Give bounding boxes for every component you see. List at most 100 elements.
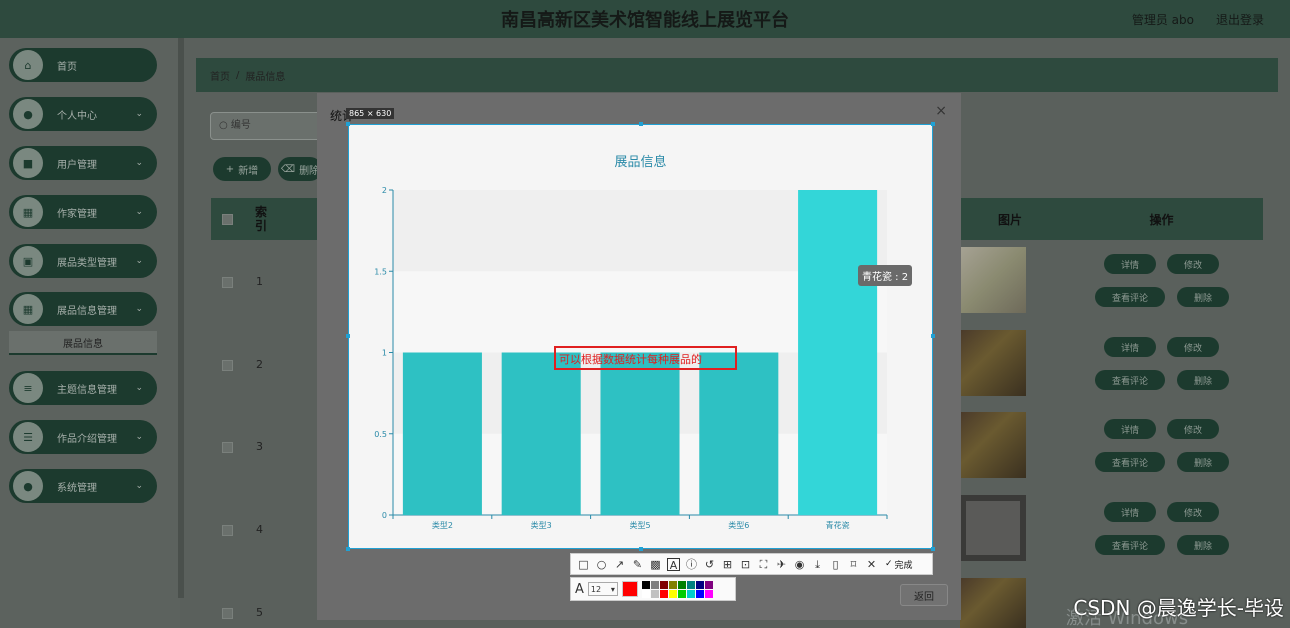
color-swatch[interactable] — [686, 580, 695, 589]
mosaic-icon[interactable]: ▩ — [649, 558, 662, 571]
selection-handle[interactable] — [346, 547, 350, 551]
review-button[interactable]: 查看评论 — [1095, 287, 1165, 307]
review-button[interactable]: 查看评论 — [1095, 370, 1165, 390]
delete-button[interactable]: 删除 — [1177, 452, 1229, 472]
color-swatch[interactable] — [668, 580, 677, 589]
ocr-icon[interactable]: ⊞ — [721, 558, 734, 571]
detail-button[interactable]: 详情 — [1104, 419, 1156, 439]
column-action: 操作 — [1149, 212, 1174, 227]
chevron-down-icon: ⌄ — [135, 304, 143, 314]
fullscreen-icon[interactable]: ⛶ — [757, 558, 770, 571]
selection-handle[interactable] — [931, 122, 935, 126]
color-swatch[interactable] — [686, 589, 695, 598]
sidebar-item[interactable]: ⌂ 首页 — [9, 48, 157, 82]
sidebar-item[interactable]: ▦ 展品信息管理 ⌄ — [9, 292, 157, 326]
cancel-icon[interactable]: ✕ — [865, 558, 878, 571]
selection-handle[interactable] — [639, 547, 643, 551]
download-icon[interactable]: ⤓ — [811, 558, 824, 571]
bar — [501, 352, 581, 515]
pen-icon[interactable]: ✎ — [631, 558, 644, 571]
circle-icon[interactable]: ○ — [595, 558, 608, 571]
exhibit-thumbnail — [960, 247, 1026, 313]
sidebar-item[interactable]: ▣ 展品类型管理 ⌄ — [9, 244, 157, 278]
app-title: 南昌高新区美术馆智能线上展览平台 — [501, 10, 789, 31]
back-button[interactable]: 返回 — [900, 584, 948, 606]
font-size-select[interactable]: 12 ▾ — [587, 582, 618, 596]
edit-button[interactable]: 修改 — [1167, 502, 1219, 522]
selection-handle[interactable] — [931, 334, 935, 338]
sidebar-item[interactable]: ▦ 作家管理 ⌄ — [9, 195, 157, 229]
row-checkbox[interactable] — [222, 442, 233, 453]
detail-button[interactable]: 详情 — [1104, 337, 1156, 357]
sidebar-item[interactable]: ● 个人中心 ⌄ — [9, 97, 157, 131]
logout-link[interactable]: 退出登录 — [1216, 11, 1264, 28]
arrow-icon[interactable]: ↗ — [613, 558, 626, 571]
rectangle-icon[interactable]: □ — [577, 558, 590, 571]
selection-handle[interactable] — [931, 547, 935, 551]
edit-button[interactable]: 修改 — [1167, 337, 1219, 357]
sidebar-item-label: 首页 — [57, 61, 77, 73]
color-swatch[interactable] — [650, 589, 659, 598]
sidebar-item[interactable]: ■ 用户管理 ⌄ — [9, 146, 157, 180]
color-swatch[interactable] — [695, 589, 704, 598]
delete-button[interactable]: ⌫ 删除 — [278, 157, 322, 181]
pin-icon[interactable]: ✈ — [775, 558, 788, 571]
review-button[interactable]: 查看评论 — [1095, 535, 1165, 555]
chevron-down-icon: ⌄ — [135, 207, 143, 217]
bookmark-icon[interactable]: ⌑ — [847, 558, 860, 571]
color-swatch[interactable] — [659, 589, 668, 598]
row-checkbox[interactable] — [222, 277, 233, 288]
color-swatch[interactable] — [677, 589, 686, 598]
edit-button[interactable]: 修改 — [1167, 254, 1219, 274]
delete-button[interactable]: 删除 — [1177, 370, 1229, 390]
detail-button[interactable]: 详情 — [1104, 254, 1156, 274]
phone-icon[interactable]: ▯ — [829, 558, 842, 571]
sidebar-scrollbar[interactable] — [178, 38, 184, 598]
color-swatch[interactable] — [695, 580, 704, 589]
breadcrumb-home[interactable]: 首页 — [210, 68, 230, 83]
done-button[interactable]: ✓ 完成 — [885, 558, 913, 571]
sidebar-item[interactable]: ≡ 主题信息管理 ⌄ — [9, 371, 157, 405]
selection-handle[interactable] — [639, 122, 643, 126]
chart-tooltip: 青花瓷 : 2 — [858, 265, 913, 286]
sidebar-item[interactable]: ● 系统管理 ⌄ — [9, 469, 157, 503]
menu-icon: ☰ — [13, 422, 43, 452]
detail-button[interactable]: 详情 — [1104, 502, 1156, 522]
record-icon[interactable]: ◉ — [793, 558, 806, 571]
color-swatch[interactable] — [704, 580, 713, 589]
exhibit-thumbnail — [960, 495, 1026, 561]
translate-icon[interactable]: ⊡ — [739, 558, 752, 571]
selection-handle[interactable] — [346, 334, 350, 338]
color-swatch[interactable] — [704, 589, 713, 598]
text-annotation-box[interactable]: 可以根据数据统计每种展品的 — [554, 346, 737, 370]
edit-button[interactable]: 修改 — [1167, 419, 1219, 439]
row-checkbox[interactable] — [222, 360, 233, 371]
delete-button[interactable]: 删除 — [1177, 287, 1229, 307]
search-input[interactable]: ○ 编号 — [210, 112, 330, 140]
color-swatch[interactable] — [677, 580, 686, 589]
delete-button[interactable]: 删除 — [1177, 535, 1229, 555]
undo-icon[interactable]: ↺ — [703, 558, 716, 571]
user-icon: ● — [13, 471, 43, 501]
color-swatch[interactable] — [668, 589, 677, 598]
select-all-checkbox[interactable] — [222, 214, 233, 225]
color-swatch[interactable] — [641, 580, 650, 589]
color-swatch[interactable] — [650, 580, 659, 589]
search-placeholder: 编号 — [230, 120, 251, 131]
user-group-icon: ■ — [13, 148, 43, 178]
sidebar-item[interactable]: ☰ 作品介绍管理 ⌄ — [9, 420, 157, 454]
text-tool-icon[interactable]: A — [667, 557, 680, 572]
add-button[interactable]: + 新增 — [213, 157, 271, 181]
top-bar: 南昌高新区美术馆智能线上展览平台 管理员 abo 退出登录 — [0, 0, 1290, 38]
color-swatch[interactable] — [641, 589, 650, 598]
current-color-swatch[interactable] — [621, 581, 638, 597]
selection-handle[interactable] — [346, 122, 350, 126]
sidebar-item-label: 展品信息管理 — [57, 305, 117, 317]
close-icon[interactable]: × — [935, 103, 947, 119]
sidebar-subitem-exhibit-info[interactable]: 展品信息 — [9, 331, 157, 355]
row-checkbox[interactable] — [222, 608, 233, 619]
row-checkbox[interactable] — [222, 525, 233, 536]
color-swatch[interactable] — [659, 580, 668, 589]
review-button[interactable]: 查看评论 — [1095, 452, 1165, 472]
number-icon[interactable]: ⓘ — [685, 558, 698, 571]
